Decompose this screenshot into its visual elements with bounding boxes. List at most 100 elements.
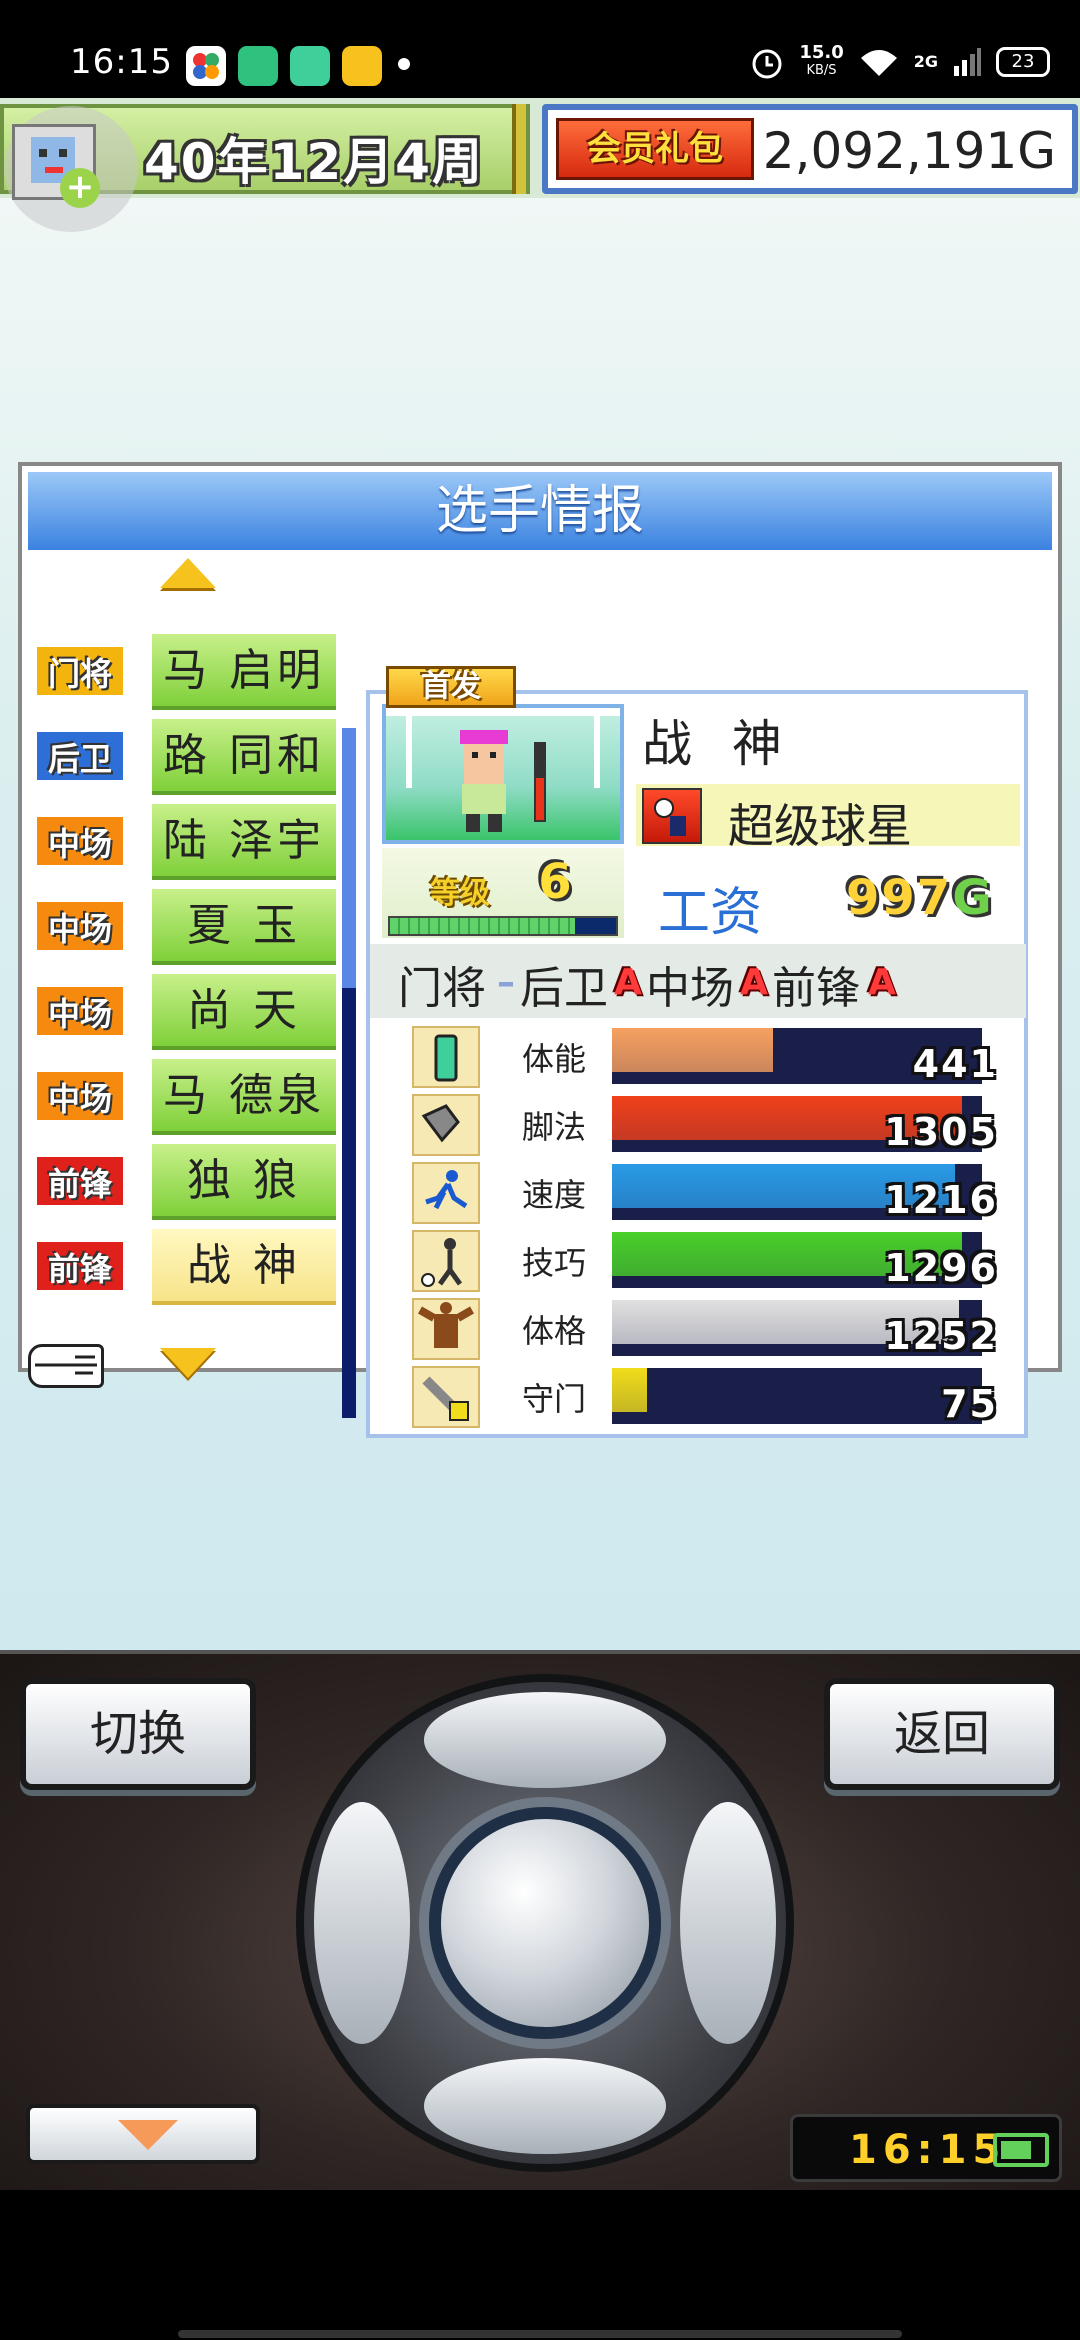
status-right-cluster: 15.0 KB/S 2G 23 bbox=[749, 40, 1050, 84]
scroll-down-arrow-icon[interactable] bbox=[160, 1348, 216, 1378]
bottom-nav-area bbox=[0, 2190, 1080, 2340]
stat-value: 1305 bbox=[884, 1110, 998, 1154]
pointing-hand-icon bbox=[28, 1344, 104, 1388]
stat-row: 守门 75 bbox=[412, 1362, 1000, 1428]
stat-label: 体能 bbox=[522, 1040, 587, 1078]
player-name: 夏 玉 bbox=[152, 889, 336, 965]
game-area: 40年12月4周 会员礼包 2,092,191G + 选手情报 门将 马 启明 … bbox=[0, 98, 1080, 1650]
aptitude-grade: A bbox=[740, 962, 768, 1003]
game-date: 40年12月4周 bbox=[144, 133, 484, 191]
starter-badge: 首发 bbox=[386, 666, 516, 708]
android-app-icon bbox=[238, 46, 278, 86]
floating-assistant-button[interactable]: + bbox=[4, 106, 138, 232]
arrow-down-icon bbox=[118, 2120, 178, 2150]
stat-value: 1252 bbox=[884, 1314, 998, 1358]
stat-label: 技巧 bbox=[522, 1244, 587, 1282]
stat-row: 速度 1216 bbox=[412, 1158, 1000, 1224]
position-badge: 后卫 bbox=[34, 729, 126, 783]
experience-bar-fill bbox=[390, 918, 576, 934]
stat-bar-fill bbox=[612, 1028, 773, 1072]
position-badge: 中场 bbox=[34, 814, 126, 868]
game-clock-time: 16:15 bbox=[849, 2127, 1007, 2173]
dpad-left-button[interactable] bbox=[314, 1802, 410, 2044]
position-badge: 中场 bbox=[34, 1069, 126, 1123]
experience-bar bbox=[388, 916, 618, 936]
salary-label: 工资 bbox=[658, 883, 763, 943]
star-player-icon bbox=[642, 788, 702, 844]
player-row[interactable]: 中场 陆 泽宇 bbox=[34, 804, 336, 880]
dpad-center-button[interactable] bbox=[429, 1807, 661, 2039]
stat-value: 441 bbox=[912, 1042, 998, 1086]
battery-indicator: 23 bbox=[996, 47, 1050, 77]
position-badge: 中场 bbox=[34, 899, 126, 953]
dpad-right-button[interactable] bbox=[680, 1802, 776, 2044]
position-badge: 前锋 bbox=[34, 1239, 126, 1293]
vip-gift-button[interactable]: 会员礼包 bbox=[556, 118, 754, 180]
player-name: 马 启明 bbox=[152, 634, 336, 710]
salary-amount: 997 bbox=[846, 870, 953, 926]
dpad bbox=[296, 1674, 794, 2172]
battery-icon bbox=[993, 2133, 1049, 2167]
stat-bar-fill bbox=[612, 1368, 647, 1412]
stat-bar: 1305 bbox=[612, 1096, 996, 1154]
money-amount: 2,092,191G bbox=[762, 122, 1056, 180]
aptitude-label: 后卫 bbox=[520, 963, 608, 1014]
back-button[interactable]: 返回 bbox=[824, 1678, 1060, 1790]
muscle-icon bbox=[412, 1298, 480, 1360]
dpad-up-button[interactable] bbox=[424, 1692, 666, 1788]
player-sprite-icon bbox=[386, 708, 620, 832]
boot-icon bbox=[412, 1094, 480, 1156]
player-title-row: 超级球星 bbox=[636, 784, 1020, 853]
folder-app-icon bbox=[342, 46, 382, 86]
list-scrollbar-thumb[interactable] bbox=[342, 728, 356, 988]
stat-bar: 75 bbox=[612, 1368, 996, 1426]
salary-unit: G bbox=[952, 870, 994, 926]
runner-icon bbox=[412, 1162, 480, 1224]
player-row-selected[interactable]: 前锋 战 神 bbox=[34, 1229, 336, 1305]
dribble-icon bbox=[412, 1230, 480, 1292]
aptitude-label: 中场 bbox=[646, 963, 734, 1014]
wifi-icon bbox=[860, 50, 897, 76]
player-row[interactable]: 门将 马 启明 bbox=[34, 634, 336, 710]
aptitude-label: 门将 bbox=[398, 963, 486, 1014]
switch-button[interactable]: 切换 bbox=[20, 1678, 256, 1790]
virtual-controller: 切换 返回 16:15 bbox=[0, 1650, 1080, 2190]
down-arrow-button[interactable] bbox=[26, 2104, 260, 2164]
stat-value: 75 bbox=[941, 1382, 998, 1426]
detail-player-name: 战 神 bbox=[642, 715, 794, 773]
player-row[interactable]: 中场 马 德泉 bbox=[34, 1059, 336, 1135]
stat-row: 技巧 1296 bbox=[412, 1226, 1000, 1292]
salary-value: 997G bbox=[846, 870, 994, 926]
dpad-down-button[interactable] bbox=[424, 2058, 666, 2154]
signal-icon bbox=[954, 48, 981, 76]
level-box: 等级 6 bbox=[382, 848, 624, 938]
scroll-up-arrow-icon[interactable] bbox=[160, 558, 216, 588]
stat-label: 守门 bbox=[522, 1380, 587, 1418]
glove-icon bbox=[412, 1366, 480, 1428]
navigation-handle[interactable] bbox=[178, 2330, 902, 2338]
player-title: 超级球星 bbox=[728, 799, 912, 853]
top-info-bar: 40年12月4周 会员礼包 2,092,191G + bbox=[0, 98, 1080, 232]
stat-bar: 1296 bbox=[612, 1232, 996, 1290]
signal-label: 2G bbox=[913, 52, 938, 71]
battery-fill bbox=[1001, 2141, 1031, 2159]
player-row[interactable]: 中场 夏 玉 bbox=[34, 889, 336, 965]
alarm-icon bbox=[752, 49, 782, 79]
player-name: 战 神 bbox=[152, 1229, 336, 1305]
player-row[interactable]: 前锋 独 狼 bbox=[34, 1144, 336, 1220]
stat-row: 脚法 1305 bbox=[412, 1090, 1000, 1156]
net-speed-unit: KB/S bbox=[806, 63, 837, 78]
aptitude-label: 前锋 bbox=[772, 963, 860, 1014]
stat-label: 速度 bbox=[522, 1176, 587, 1214]
game-app-icon bbox=[290, 46, 330, 86]
player-row[interactable]: 中场 尚 天 bbox=[34, 974, 336, 1050]
player-name: 路 同和 bbox=[152, 719, 336, 795]
stat-value: 1216 bbox=[884, 1178, 998, 1222]
position-badge: 中场 bbox=[34, 984, 126, 1038]
net-speed-value: 15.0 bbox=[799, 42, 844, 63]
stat-value: 1296 bbox=[884, 1246, 998, 1290]
player-name: 陆 泽宇 bbox=[152, 804, 336, 880]
player-row[interactable]: 后卫 路 同和 bbox=[34, 719, 336, 795]
status-bar: 16:15 15.0 KB/S 2G 23 bbox=[0, 0, 1080, 98]
stat-row: 体格 1252 bbox=[412, 1294, 1000, 1360]
